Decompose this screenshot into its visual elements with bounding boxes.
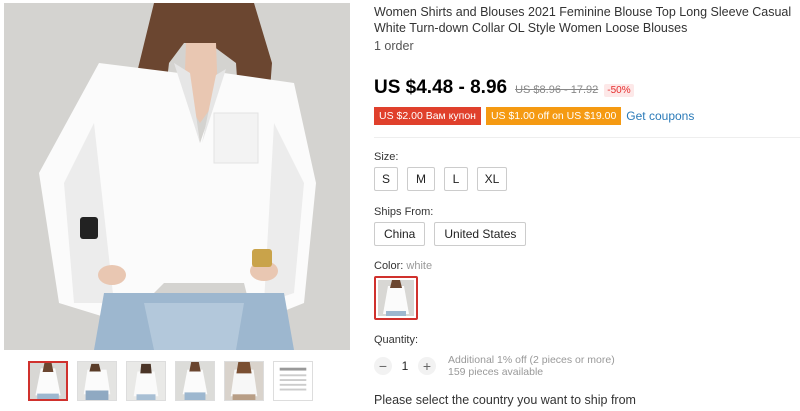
get-coupons-link[interactable]: Get coupons: [626, 109, 694, 123]
product-gallery: [0, 0, 355, 411]
coupon-badge-store[interactable]: US $2.00 Вам купон: [374, 107, 481, 125]
ships-from-options: China United States: [374, 222, 527, 246]
price-row: US $4.48 - 8.96 US $8.96 - 17.92 -50%: [374, 77, 634, 99]
bulk-discount-note: Additional 1% off (2 pieces or more): [448, 354, 615, 366]
color-selected-name: white: [406, 260, 433, 272]
quantity-increase-button[interactable]: +: [418, 357, 436, 375]
quantity-value[interactable]: 1: [392, 359, 418, 373]
discount-badge: -50%: [604, 84, 634, 97]
thumbnail-2[interactable]: [77, 361, 117, 401]
size-label: Size:: [374, 151, 399, 163]
original-price: US $8.96 - 17.92: [515, 84, 599, 96]
thumbnail-5[interactable]: [224, 361, 264, 401]
ships-from-label: Ships From:: [374, 206, 434, 218]
ships-from-china[interactable]: China: [374, 222, 426, 246]
color-swatch-white[interactable]: [374, 276, 418, 320]
ships-from-united-states[interactable]: United States: [434, 222, 527, 246]
current-price: US $4.48 - 8.96: [374, 77, 508, 98]
color-label-text: Color:: [374, 260, 404, 272]
thumbnail-3[interactable]: [126, 361, 166, 401]
size-option-m[interactable]: M: [407, 167, 435, 191]
product-title: Women Shirts and Blouses 2021 Feminine B…: [374, 5, 792, 35]
quantity-label: Quantity:: [374, 334, 419, 346]
shipping-message: Please select the country you want to sh…: [374, 393, 636, 407]
section-divider: [374, 137, 800, 138]
thumbnail-4[interactable]: [175, 361, 215, 401]
size-option-xl[interactable]: XL: [477, 167, 507, 191]
size-option-l[interactable]: L: [444, 167, 468, 191]
coupon-badge-order[interactable]: US $1.00 off on US $19.00: [485, 107, 622, 125]
quantity-stepper: − 1 + Additional 1% off (2 pieces or mor…: [374, 354, 615, 378]
quantity-note: Additional 1% off (2 pieces or more) 159…: [448, 354, 615, 378]
size-options: S M L XL: [374, 167, 507, 191]
thumbnail-6-size-chart[interactable]: [273, 361, 313, 401]
main-product-image[interactable]: [4, 3, 350, 350]
color-label: Color: white: [374, 260, 432, 272]
order-count: 1 order: [374, 39, 414, 53]
thumbnail-1[interactable]: [28, 361, 68, 401]
quantity-decrease-button[interactable]: −: [374, 357, 392, 375]
thumbnail-strip: [28, 361, 313, 401]
size-option-s[interactable]: S: [374, 167, 398, 191]
coupon-row: US $2.00 Вам купон US $1.00 off on US $1…: [374, 107, 694, 125]
stock-available-note: 159 pieces available: [448, 366, 544, 378]
